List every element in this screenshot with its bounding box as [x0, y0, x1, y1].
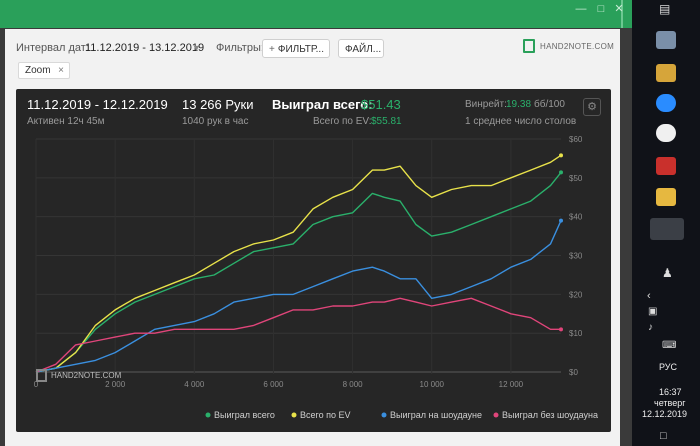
plus-icon: +	[269, 44, 275, 55]
folder-icon[interactable]	[656, 188, 676, 206]
filter-button-label: ФИЛЬТР...	[277, 44, 324, 55]
date-interval-select[interactable]: 11.12.2019 - 13.12.2019	[85, 42, 204, 54]
x-tick-label: 6 000	[263, 380, 284, 389]
speaker-icon[interactable]: ♪	[648, 322, 653, 333]
window-edge	[620, 30, 632, 446]
filters-label: Фильтры:	[216, 42, 264, 54]
filter-bar: Интервал дат: 11.12.2019 - 13.12.2019 ▼ …	[5, 29, 620, 89]
hand2note-logo: HAND2NOTE.COM	[540, 42, 615, 51]
x-tick-label: 2 000	[105, 380, 126, 389]
minimize-icon[interactable]: —	[572, 2, 590, 16]
y-tick-label: $20	[569, 290, 583, 299]
date-interval-label: Интервал дат:	[16, 42, 89, 54]
close-icon[interactable]: ✕	[610, 2, 628, 16]
y-tick-label: $10	[569, 329, 583, 338]
people-icon[interactable]: ♟	[662, 266, 673, 280]
series-end-point	[559, 218, 563, 223]
legend-label: Выиграл на шоудауне	[390, 410, 482, 420]
keyboard-icon[interactable]: ⌨	[662, 340, 676, 351]
clock-date[interactable]: 12.12.2019	[642, 409, 687, 419]
balance-graph[interactable]: $0$10$20$30$40$50$600 2 000 4 000 6 000 8 00…	[16, 89, 611, 432]
legend-label: Всего по EV	[300, 410, 350, 420]
browser-icon[interactable]	[656, 94, 676, 112]
close-icon[interactable]: ×	[58, 63, 64, 79]
computer-icon[interactable]	[656, 31, 676, 49]
report-panel: Интервал дат: 11.12.2019 - 13.12.2019 ▼ …	[5, 29, 620, 446]
x-tick-label: 8 000	[343, 380, 364, 389]
zoom-chip-label: Zoom	[25, 65, 51, 76]
x-tick-label: 12 000	[499, 380, 524, 389]
y-tick-label: $40	[569, 213, 583, 222]
chevron-up-icon[interactable]: ‹	[647, 290, 651, 302]
network-icon[interactable]: ▣	[648, 306, 657, 317]
yandex-icon[interactable]	[656, 124, 676, 142]
watermark-logo-icon	[36, 369, 47, 382]
clock-day[interactable]: четверг	[654, 398, 686, 408]
x-tick-label: 4 000	[184, 380, 205, 389]
legend-label: Выиграл без шоудауна	[502, 410, 598, 420]
x-tick-label: 10 000	[420, 380, 445, 389]
legend-swatch	[205, 412, 211, 418]
legend-swatch	[291, 412, 297, 418]
legend-swatch	[381, 412, 387, 418]
notifications-icon[interactable]: □	[660, 430, 667, 442]
graph-watermark: HAND2NOTE.COM	[51, 371, 122, 380]
file-button-label: ФАЙЛ...	[345, 44, 382, 55]
y-tick-label: $30	[569, 252, 583, 261]
clock-time[interactable]: 16:37	[659, 387, 682, 397]
hand2note-logo-icon	[523, 39, 535, 53]
legend-label: Выиграл всего	[214, 410, 275, 420]
poker-client-icon[interactable]	[656, 157, 676, 175]
series-end-point	[559, 153, 563, 158]
y-tick-label: $0	[569, 368, 578, 377]
input-language[interactable]: РУС	[659, 362, 677, 372]
filter-button[interactable]: + ФИЛЬТР...	[262, 39, 330, 58]
series-end-point	[559, 327, 563, 332]
maximize-icon[interactable]: □	[592, 2, 610, 16]
file-button[interactable]: ФАЙЛ...	[338, 39, 384, 58]
window-titlebar: — □ ✕	[0, 0, 632, 28]
hand2note-taskbar-icon[interactable]	[650, 218, 684, 240]
y-tick-label: $60	[569, 135, 583, 144]
series-end-point	[559, 170, 563, 175]
zoom-chip[interactable]: Zoom ×	[18, 62, 70, 79]
folder-icon[interactable]	[656, 64, 676, 82]
windows-taskbar: ▤ ♟ ‹ ▣ ♪ ⌨ РУС 16:37 четверг 12.12.2019…	[632, 0, 700, 446]
y-tick-label: $50	[569, 174, 583, 183]
graph-card: 11.12.2019 - 12.12.2019 Активен 12ч 45м …	[16, 89, 611, 432]
task-view-icon[interactable]: ▤	[659, 2, 670, 16]
chevron-down-icon[interactable]: ▼	[192, 43, 201, 53]
legend-swatch	[493, 412, 499, 418]
